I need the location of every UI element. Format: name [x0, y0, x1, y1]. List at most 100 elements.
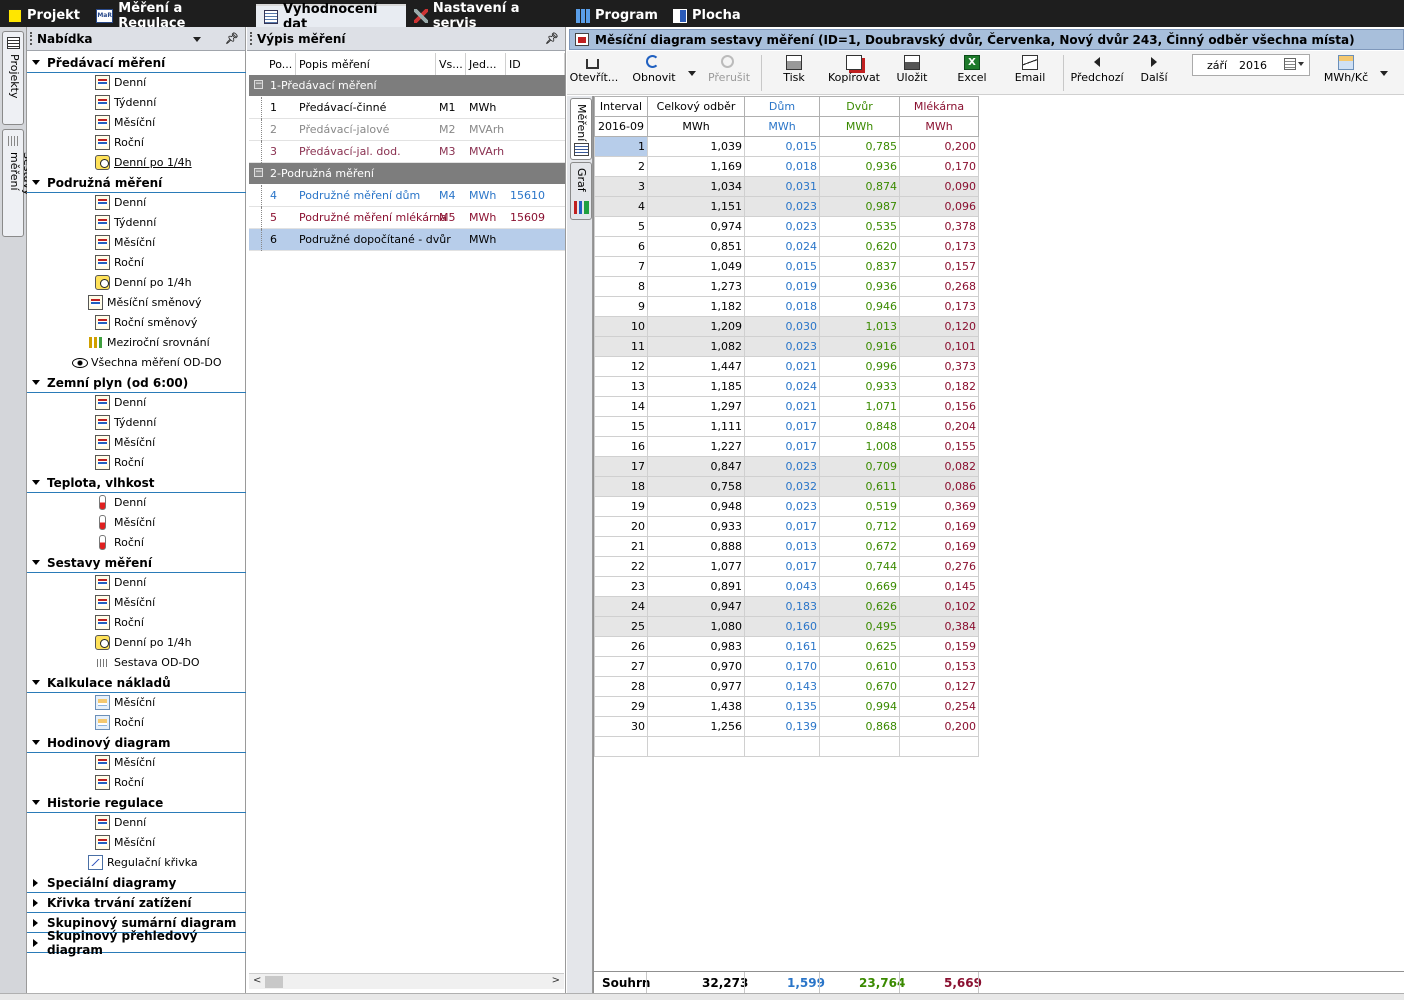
interrupt-button[interactable]: Přerušit: [701, 51, 757, 95]
tab-projekt[interactable]: Projekt: [0, 4, 88, 27]
mlekarna-cell[interactable]: 0,200: [899, 716, 979, 737]
dvur-cell[interactable]: 1,071: [819, 396, 900, 417]
mlekarna-cell[interactable]: 0,384: [899, 616, 979, 637]
mlekarna-cell[interactable]: 0,169: [899, 516, 979, 537]
dvur-cell[interactable]: 1,013: [819, 316, 900, 337]
table-row[interactable]: 24 0,947 0,183 0,626 0,102: [594, 596, 979, 617]
total-cell[interactable]: 0,933: [647, 516, 745, 537]
mlekarna-cell[interactable]: 0,086: [899, 476, 979, 497]
mlekarna-cell[interactable]: 0,173: [899, 296, 979, 317]
interval-cell[interactable]: 15: [594, 416, 648, 437]
table-row[interactable]: 20 0,933 0,017 0,712 0,169: [594, 516, 979, 537]
dvur-cell[interactable]: 0,535: [819, 216, 900, 237]
menu-item[interactable]: Roční: [27, 533, 246, 553]
dum-cell[interactable]: 0,139: [744, 716, 820, 737]
dvur-cell[interactable]: 0,744: [819, 556, 900, 577]
menu-item[interactable]: Denní: [27, 573, 246, 593]
total-cell[interactable]: 1,080: [647, 616, 745, 637]
dum-cell[interactable]: 0,017: [744, 516, 820, 537]
collapse-icon[interactable]: −: [254, 168, 263, 177]
collapsed-arrow-icon[interactable]: [33, 939, 38, 947]
scroll-right-icon[interactable]: >: [552, 975, 560, 986]
menu-item[interactable]: Roční: [27, 713, 246, 733]
list-row[interactable]: 3 Předávací-jal. dod. M3 MVArh: [249, 141, 565, 163]
interval-cell[interactable]: 24: [594, 596, 648, 617]
dvur-cell[interactable]: 0,936: [819, 156, 900, 177]
dum-cell[interactable]: 0,024: [744, 376, 820, 397]
mlekarna-cell[interactable]: 0,182: [899, 376, 979, 397]
dum-cell[interactable]: 0,023: [744, 456, 820, 477]
menu-group[interactable]: Historie regulace: [27, 793, 246, 813]
interval-cell[interactable]: 18: [594, 476, 648, 497]
interval-cell[interactable]: 17: [594, 456, 648, 477]
collapse-icon[interactable]: −: [254, 80, 263, 89]
menu-item[interactable]: Měsíční: [27, 113, 246, 133]
interval-cell[interactable]: 25: [594, 616, 648, 637]
dum-cell[interactable]: 0,023: [744, 196, 820, 217]
dum-cell[interactable]: 0,017: [744, 556, 820, 577]
total-cell[interactable]: 0,947: [647, 596, 745, 617]
table-row[interactable]: 26 0,983 0,161 0,625 0,159: [594, 636, 979, 657]
interval-cell[interactable]: 6: [594, 236, 648, 257]
interval-cell[interactable]: 21: [594, 536, 648, 557]
column-header-unit[interactable]: Jed...: [466, 53, 506, 77]
menu-item[interactable]: Měsíční: [27, 833, 246, 853]
table-row[interactable]: 7 1,049 0,015 0,837 0,157: [594, 256, 979, 277]
menu-item[interactable]: Týdenní: [27, 93, 246, 113]
calendar-icon[interactable]: [1284, 58, 1306, 72]
dum-cell[interactable]: 0,032: [744, 476, 820, 497]
mlekarna-cell[interactable]: 0,157: [899, 256, 979, 277]
dvur-cell[interactable]: 0,874: [819, 176, 900, 197]
expanded-arrow-icon[interactable]: [32, 60, 40, 65]
interval-cell[interactable]: 4: [594, 196, 648, 217]
menu-item[interactable]: Roční: [27, 613, 246, 633]
table-row[interactable]: 29 1,438 0,135 0,994 0,254: [594, 696, 979, 717]
dvur-cell[interactable]: 0,936: [819, 276, 900, 297]
total-cell[interactable]: 1,297: [647, 396, 745, 417]
table-row[interactable]: 4 1,151 0,023 0,987 0,096: [594, 196, 979, 217]
list-row[interactable]: 2 Předávací-jalové M2 MVArh: [249, 119, 565, 141]
interval-cell[interactable]: 27: [594, 656, 648, 677]
menu-group[interactable]: Zemní plyn (od 6:00): [27, 373, 246, 393]
dvur-cell[interactable]: 0,848: [819, 416, 900, 437]
expanded-arrow-icon[interactable]: [32, 800, 40, 805]
dvur-cell[interactable]: 0,946: [819, 296, 900, 317]
menu-item[interactable]: Denní: [27, 193, 246, 213]
list-row-selected[interactable]: 6 Podružné dopočítané - dvůr MWh: [249, 229, 565, 251]
dum-cell[interactable]: 0,023: [744, 496, 820, 517]
column-header-description[interactable]: Popis měření: [296, 53, 436, 77]
expanded-arrow-icon[interactable]: [32, 680, 40, 685]
menu-group[interactable]: Teplota, vlhkost: [27, 473, 246, 493]
dvur-cell[interactable]: 0,837: [819, 256, 900, 277]
mlekarna-cell[interactable]: 0,170: [899, 156, 979, 177]
menu-item[interactable]: Měsíční: [27, 693, 246, 713]
mlekarna-cell[interactable]: 0,373: [899, 356, 979, 377]
column-header-mlekarna[interactable]: Mlékárna: [899, 96, 979, 117]
table-row[interactable]: 16 1,227 0,017 1,008 0,155: [594, 436, 979, 457]
dum-cell[interactable]: 0,160: [744, 616, 820, 637]
menu-item[interactable]: Roční: [27, 133, 246, 153]
previous-button[interactable]: Předchozí: [1069, 51, 1125, 95]
dum-cell[interactable]: 0,030: [744, 316, 820, 337]
menu-item[interactable]: Týdenní: [27, 413, 246, 433]
total-cell[interactable]: 1,049: [647, 256, 745, 277]
units-button[interactable]: MWh/Kč: [1319, 51, 1373, 95]
total-cell[interactable]: 1,185: [647, 376, 745, 397]
dvur-cell[interactable]: 0,620: [819, 236, 900, 257]
table-row[interactable]: 18 0,758 0,032 0,611 0,086: [594, 476, 979, 497]
dvur-cell[interactable]: 0,626: [819, 596, 900, 617]
year-value[interactable]: 2016: [1239, 59, 1267, 72]
menu-item[interactable]: Meziroční srovnání: [27, 333, 246, 353]
dum-cell[interactable]: 0,017: [744, 436, 820, 457]
interval-cell[interactable]: 5: [594, 216, 648, 237]
dvur-cell[interactable]: 1,008: [819, 436, 900, 457]
interval-cell[interactable]: 2: [594, 156, 648, 177]
collapsed-arrow-icon[interactable]: [33, 879, 38, 887]
interval-cell[interactable]: 14: [594, 396, 648, 417]
mlekarna-cell[interactable]: 0,127: [899, 676, 979, 697]
total-cell[interactable]: 1,034: [647, 176, 745, 197]
expanded-arrow-icon[interactable]: [32, 380, 40, 385]
mlekarna-cell[interactable]: 0,090: [899, 176, 979, 197]
table-row[interactable]: 11 1,082 0,023 0,916 0,101: [594, 336, 979, 357]
table-row[interactable]: 17 0,847 0,023 0,709 0,082: [594, 456, 979, 477]
